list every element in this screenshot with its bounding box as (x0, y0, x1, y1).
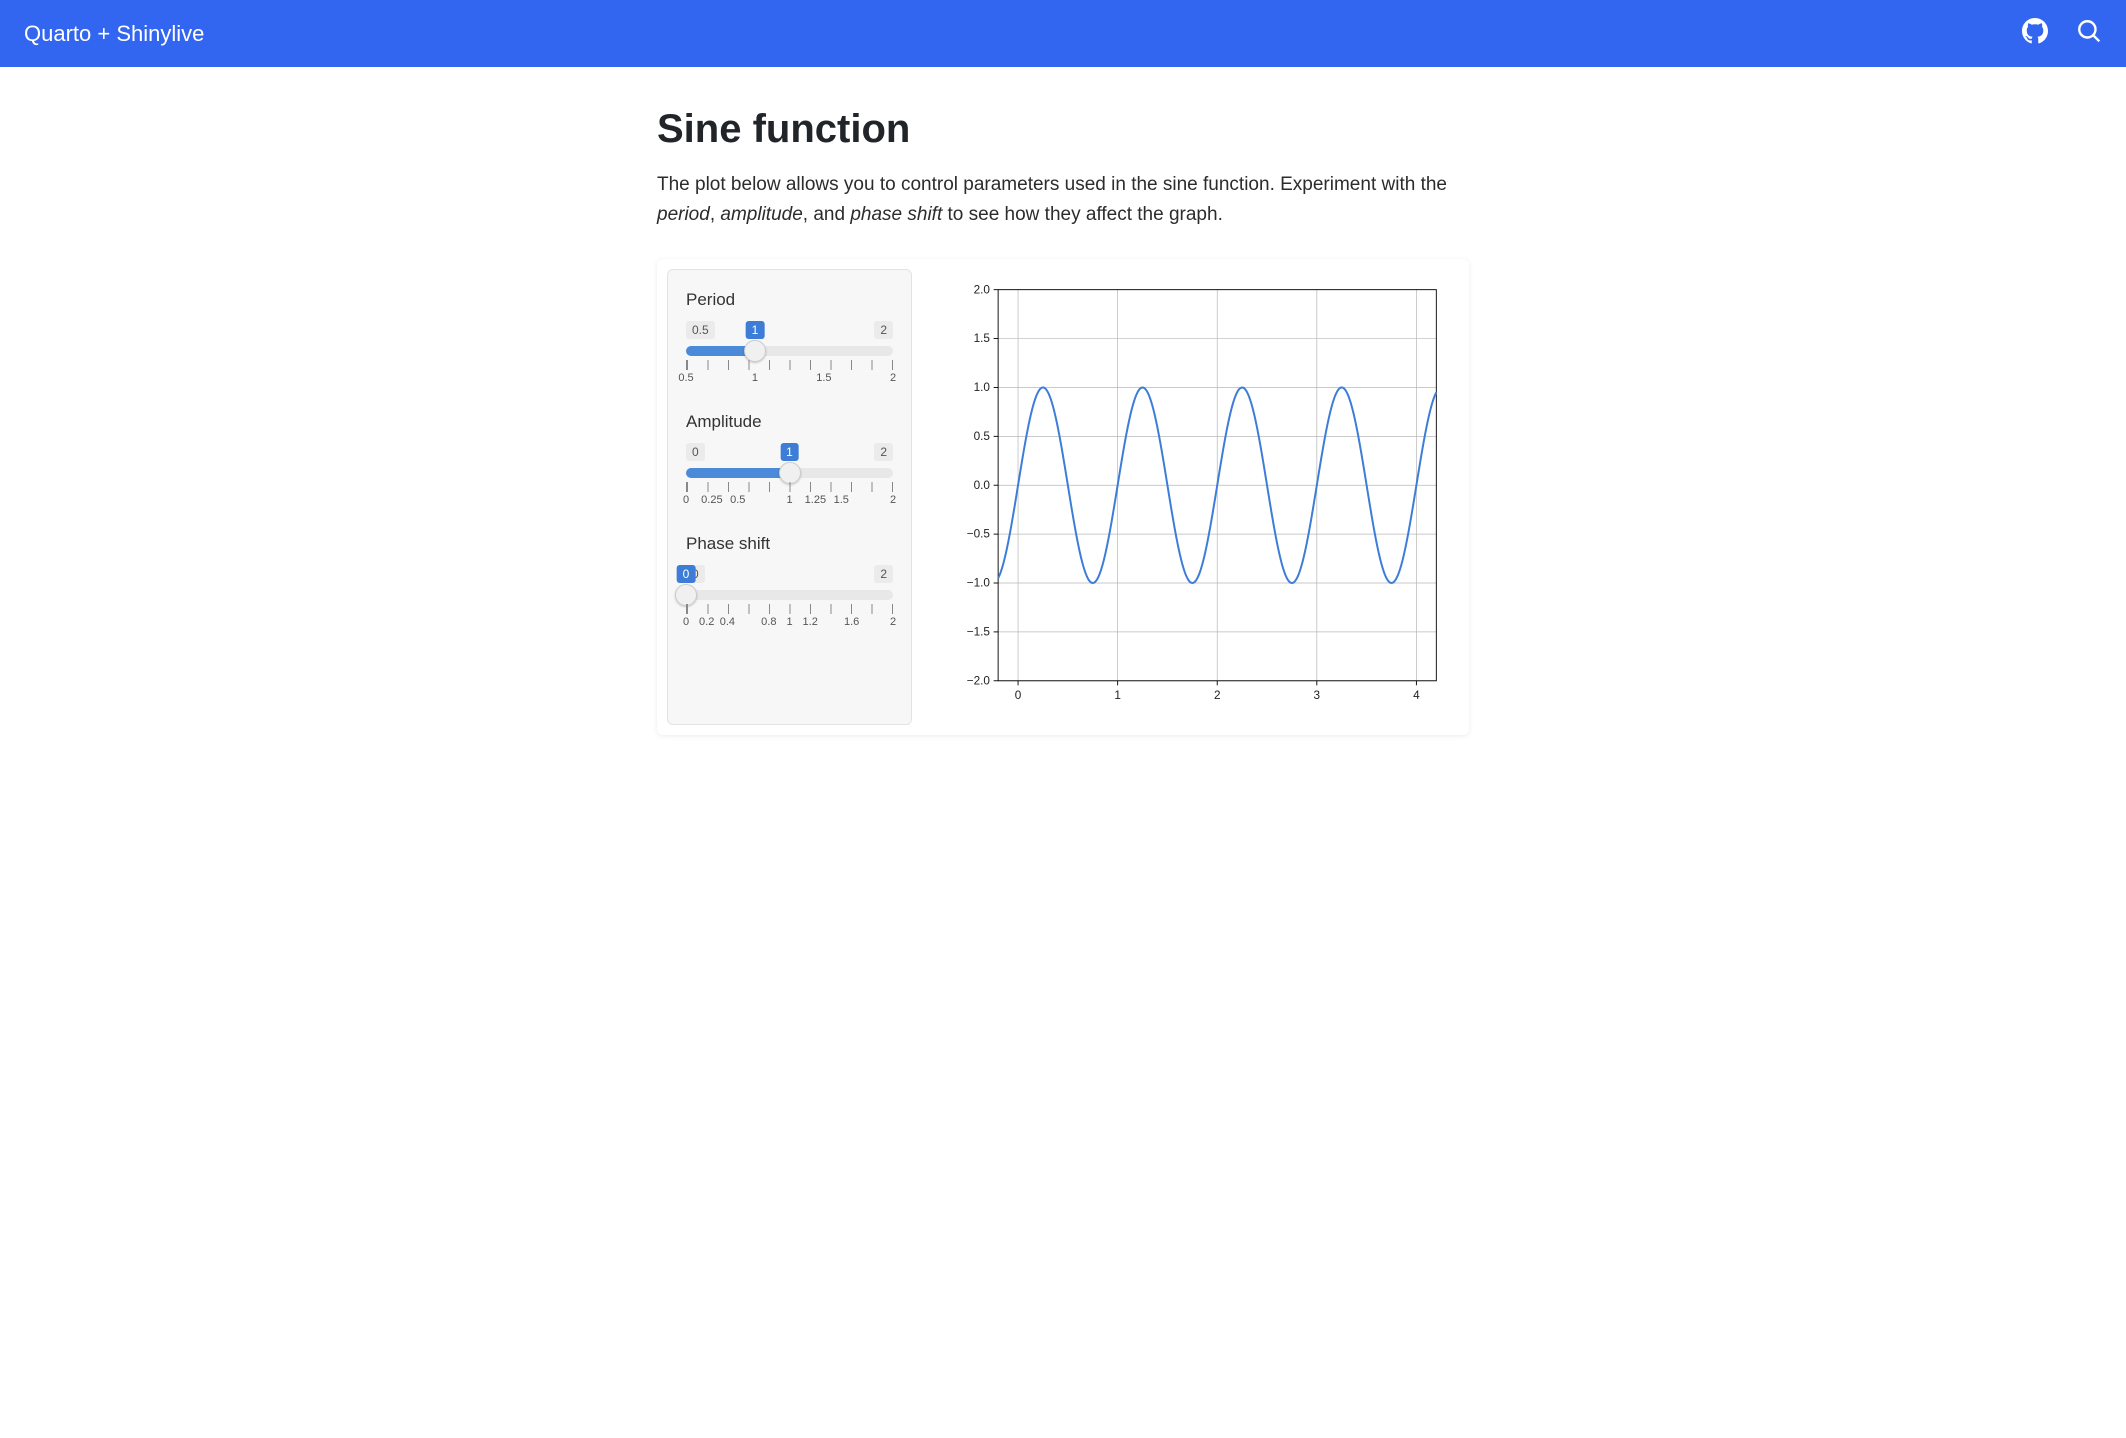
svg-text:1: 1 (1114, 689, 1121, 702)
slider-max-badge: 2 (874, 565, 893, 583)
slider-amplitude[interactable]: Amplitude 0 1 2 00.250.511.251.52 (686, 412, 893, 510)
slider-label: Phase shift (686, 534, 893, 554)
svg-text:1.5: 1.5 (974, 332, 991, 345)
header-title: Quarto + Shinylive (24, 21, 204, 47)
slider-track[interactable] (686, 346, 893, 356)
page-title: Sine function (657, 107, 1469, 152)
github-icon[interactable] (2022, 18, 2048, 49)
svg-text:0: 0 (1015, 689, 1022, 702)
header-icons (2022, 18, 2102, 49)
app-header: Quarto + Shinylive (0, 0, 2126, 67)
slider-track[interactable] (686, 590, 893, 600)
svg-text:0.0: 0.0 (974, 479, 991, 492)
svg-text:2: 2 (1214, 689, 1221, 702)
intro-text: The plot below allows you to control par… (657, 170, 1469, 231)
slider-max-badge: 2 (874, 321, 893, 339)
slider-min-badge: 0 (686, 443, 705, 461)
svg-text:−1.5: −1.5 (967, 625, 991, 638)
slider-period[interactable]: Period 0.5 1 2 0.511.52 (686, 290, 893, 388)
svg-text:0.5: 0.5 (974, 430, 991, 443)
slider-thumb[interactable] (744, 340, 766, 362)
slider-value-badge: 1 (780, 443, 799, 461)
sine-plot: −2.0 −1.5 −1.0 −0.5 0.0 0.5 1.0 1.5 2.0 0 1 2 3 4 (942, 277, 1449, 712)
slider-thumb[interactable] (675, 584, 697, 606)
controls-sidebar: Period 0.5 1 2 0.511.52 Amplitude 0 1 2 … (667, 269, 912, 726)
slider-label: Period (686, 290, 893, 310)
main-container: Sine function The plot below allows you … (633, 67, 1493, 775)
slider-value-badge: 0 (677, 565, 696, 583)
svg-text:−0.5: −0.5 (967, 528, 991, 541)
svg-text:−2.0: −2.0 (967, 674, 991, 687)
app-card: Period 0.5 1 2 0.5 1 1.5 2 Amplitude 0 1 2 … (657, 259, 1469, 736)
slider-thumb[interactable] (779, 462, 801, 484)
svg-text:4: 4 (1413, 689, 1420, 702)
slider-phase[interactable]: Phase shift 0 0 2 00.20.40.811.21.62 (686, 534, 893, 632)
svg-text:1.0: 1.0 (974, 381, 991, 394)
svg-text:3: 3 (1314, 689, 1321, 702)
slider-track[interactable] (686, 468, 893, 478)
svg-text:−1.0: −1.0 (967, 576, 991, 589)
search-icon[interactable] (2076, 18, 2102, 49)
slider-max-badge: 2 (874, 443, 893, 461)
slider-value-badge: 1 (746, 321, 765, 339)
slider-min-badge: 0.5 (686, 321, 715, 339)
svg-text:2.0: 2.0 (974, 283, 991, 296)
slider-label: Amplitude (686, 412, 893, 432)
chart-area: −2.0 −1.5 −1.0 −0.5 0.0 0.5 1.0 1.5 2.0 0 1 2 3 4 (942, 259, 1469, 736)
